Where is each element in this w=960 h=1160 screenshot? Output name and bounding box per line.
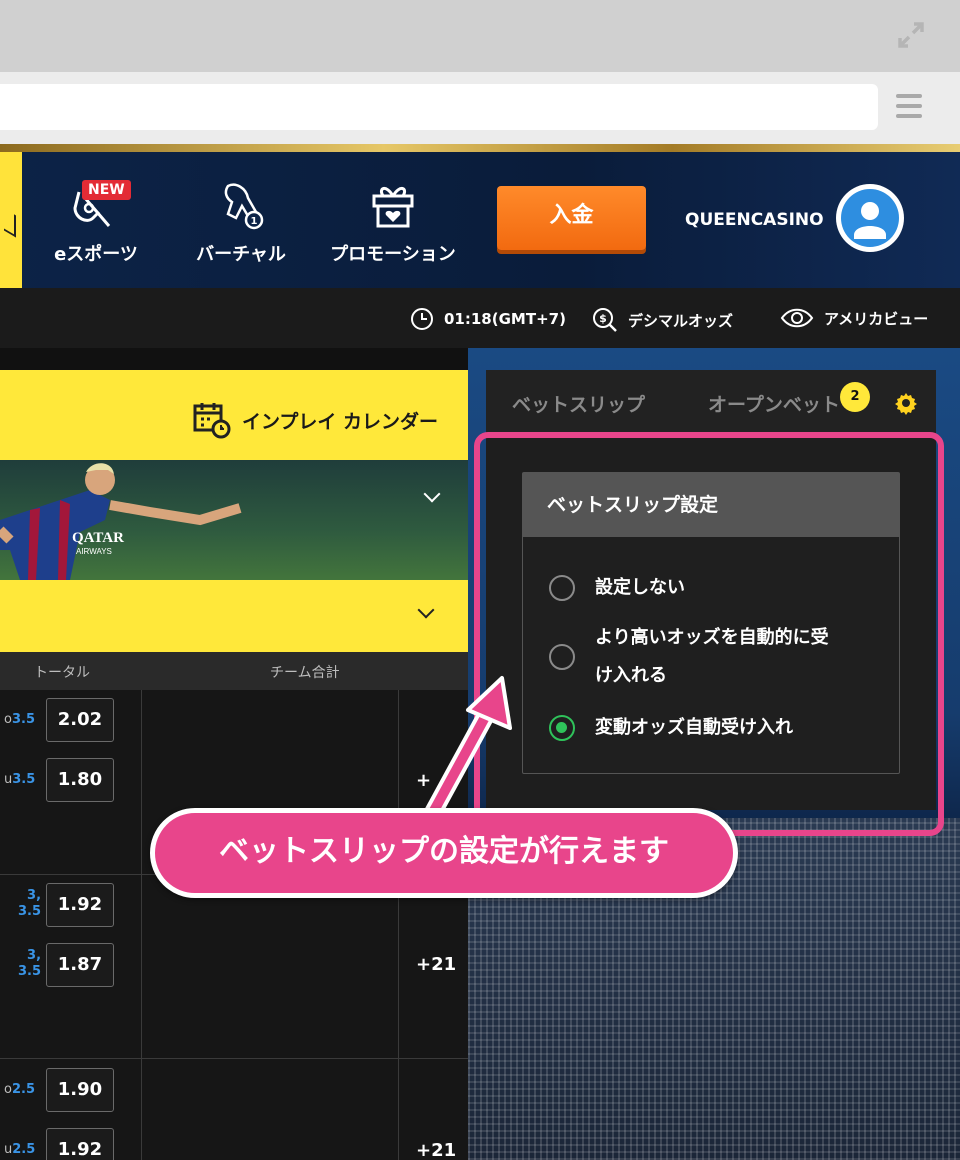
radio-button[interactable] <box>549 644 575 670</box>
column-team-total: チーム合計 <box>270 665 340 681</box>
odds-format-selector[interactable]: $ デシマルオッズ <box>592 307 733 333</box>
odds-button[interactable]: 1.92 <box>46 883 114 927</box>
inplay-calendar-link[interactable]: インプレイ カレンダー <box>192 400 438 440</box>
gold-divider <box>0 144 960 152</box>
eye-icon <box>780 308 814 328</box>
horse-icon: 1 <box>224 183 264 230</box>
option-accept-odds-changes[interactable]: 変動オッズ自動受け入れ <box>549 709 793 747</box>
address-bar[interactable] <box>0 84 878 130</box>
nav-promotion[interactable]: プロモーション <box>326 178 460 266</box>
clock-time: 01:18(GMT+7) <box>444 310 566 328</box>
odds-button[interactable]: 1.87 <box>46 943 114 987</box>
odds-button[interactable]: 2.02 <box>46 698 114 742</box>
expand-icon[interactable] <box>896 20 926 50</box>
menu-toggle[interactable] <box>0 152 22 288</box>
svg-text:$: $ <box>599 312 607 325</box>
settings-title: ベットスリップ設定 <box>523 473 899 537</box>
svg-text:QATAR: QATAR <box>72 530 124 546</box>
odds-button[interactable]: 1.92 <box>46 1128 114 1160</box>
browser-toolbar <box>0 72 960 144</box>
tab-open-bets[interactable]: オープンベット <box>708 390 840 417</box>
calendar-clock-icon <box>193 403 231 439</box>
nav-esports-label: eスポーツ <box>54 244 138 265</box>
callout-bubble: ベットスリップの設定が行えます <box>150 808 738 898</box>
market-group-header[interactable] <box>0 580 468 652</box>
divider <box>398 690 399 1160</box>
total-line: o3.5 <box>4 712 35 727</box>
open-bets-count-badge: 2 <box>840 382 870 412</box>
more-markets-link[interactable]: +21 <box>416 954 456 975</box>
radio-button-selected[interactable] <box>549 715 575 741</box>
avatar[interactable] <box>836 184 904 252</box>
divider <box>141 690 142 1160</box>
total-line: 3, 3.5 <box>18 888 42 919</box>
odds-button[interactable]: 1.80 <box>46 758 114 802</box>
total-line: u2.5 <box>4 1142 36 1157</box>
username[interactable]: QUEENCASINO <box>685 210 824 230</box>
nav-virtual[interactable]: 1 バーチャル <box>192 178 290 266</box>
match-panel: インプレイ カレンダー QATAR AIRWAYS トータル チーム合計 o3.… <box>0 348 468 1160</box>
clock-display: 01:18(GMT+7) <box>410 307 566 331</box>
money-search-icon: $ <box>593 308 617 332</box>
browser-menu-icon[interactable] <box>896 94 922 120</box>
svg-text:1: 1 <box>251 216 258 227</box>
new-badge: NEW <box>82 180 131 200</box>
divider <box>0 1058 468 1059</box>
user-icon <box>854 202 886 239</box>
betslip-tabs: ベットスリップ オープンベット 2 <box>486 370 936 434</box>
nav-virtual-label: バーチャル <box>196 244 286 265</box>
match-banner[interactable]: QATAR AIRWAYS <box>0 460 468 580</box>
column-total: トータル <box>34 665 90 681</box>
more-markets-link[interactable]: +21 <box>416 1140 456 1160</box>
odds-button[interactable]: 1.90 <box>46 1068 114 1112</box>
option-label: より高いオッズを自動的に受 け入れる <box>595 627 829 686</box>
player-image: QATAR AIRWAYS <box>0 463 242 580</box>
nav-promotion-label: プロモーション <box>330 244 456 265</box>
gift-icon <box>372 187 414 228</box>
total-line: 3, 3.5 <box>18 948 42 979</box>
total-line: u3.5 <box>4 772 36 787</box>
odds-table: o3.5 2.02 u3.5 1.80 + 3, 3.5 1.92 3, 3.5… <box>0 690 468 1160</box>
odds-format-label: デシマルオッズ <box>628 311 734 330</box>
view-mode-selector[interactable]: アメリカビュー <box>780 307 928 329</box>
option-label: 変動オッズ自動受け入れ <box>595 717 793 738</box>
calendar-label: インプレイ カレンダー <box>241 410 438 433</box>
option-accept-higher-odds[interactable]: より高いオッズを自動的に受 け入れる <box>549 619 829 695</box>
site-header: eスポーツ NEW 1 バーチャル プロモーション 入金 QUEENCASINO <box>0 152 960 288</box>
deposit-button[interactable]: 入金 <box>497 186 646 250</box>
view-mode-label: アメリカビュー <box>824 309 929 328</box>
clock-icon <box>411 308 433 330</box>
gear-icon[interactable] <box>894 391 918 415</box>
info-bar: 01:18(GMT+7) $ デシマルオッズ アメリカビュー <box>0 288 960 348</box>
chevron-down-icon[interactable] <box>417 601 435 619</box>
tab-betslip[interactable]: ベットスリップ <box>512 390 645 417</box>
calendar-bar: インプレイ カレンダー <box>0 370 468 460</box>
svg-text:AIRWAYS: AIRWAYS <box>76 547 112 556</box>
option-no-setting[interactable]: 設定しない <box>549 569 685 607</box>
option-label: 設定しない <box>595 577 685 598</box>
callout-arrow <box>421 676 512 827</box>
browser-titlebar <box>0 0 960 72</box>
column-headers: トータル チーム合計 <box>0 652 468 690</box>
betslip-settings-dropdown: ベットスリップ設定 設定しない より高いオッズを自動的に受 け入れる 変動オッズ… <box>522 472 900 774</box>
total-line: o2.5 <box>4 1082 35 1097</box>
radio-button[interactable] <box>549 575 575 601</box>
